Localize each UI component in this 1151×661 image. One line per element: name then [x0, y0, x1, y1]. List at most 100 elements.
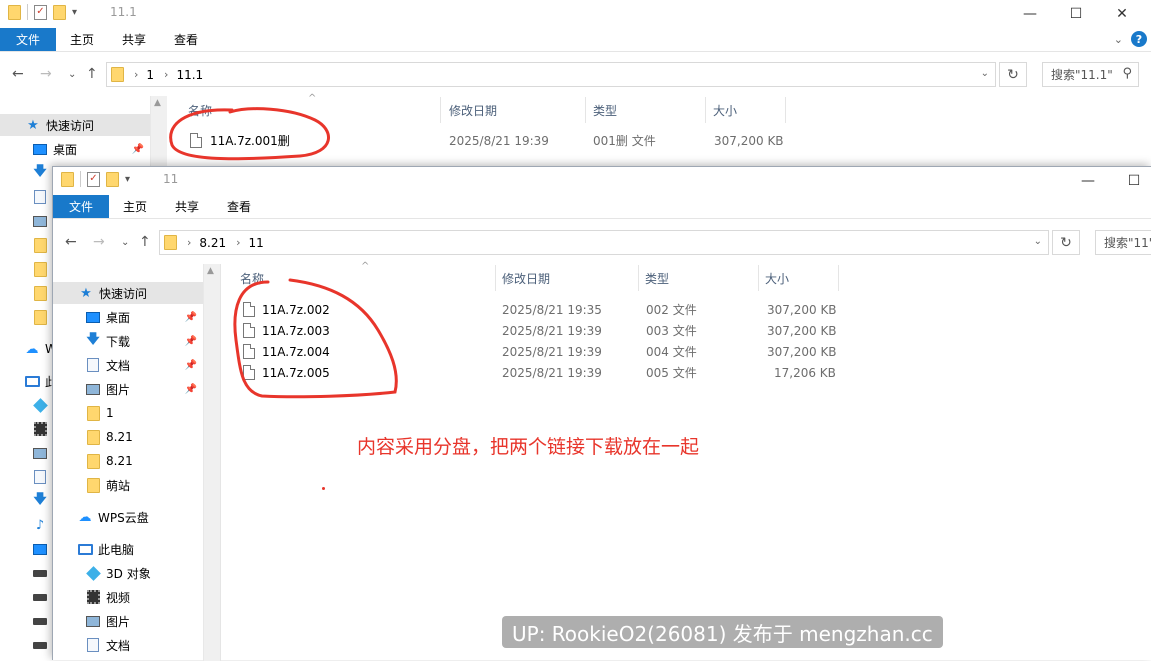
search-input[interactable]: 搜索"11.1" ⚲ — [1042, 62, 1139, 87]
tab-share[interactable]: 共享 — [161, 195, 213, 218]
scroll-up-icon[interactable]: ▲ — [207, 266, 214, 276]
sidebar-item-this-pc[interactable]: 此电脑 — [53, 538, 134, 560]
forward-arrow-icon[interactable]: → — [93, 234, 105, 250]
breadcrumb-item[interactable]: 8.21 — [199, 236, 226, 250]
sidebar-item-documents[interactable]: 文档 — [53, 634, 130, 656]
scroll-up-icon[interactable]: ▲ — [154, 98, 161, 108]
table-row[interactable]: 11A.7z.004 2025/8/21 19:39 004 文件 307,20… — [221, 341, 861, 362]
search-input[interactable]: 搜索"11" — [1095, 230, 1151, 255]
table-row[interactable]: 11A.7z.003 2025/8/21 19:39 003 文件 307,20… — [221, 320, 861, 341]
picture-icon — [86, 615, 100, 627]
sidebar-item-folder[interactable] — [0, 282, 53, 304]
breadcrumb-item[interactable]: 1 — [146, 68, 154, 82]
sidebar-item-drive[interactable] — [0, 610, 53, 632]
tab-home[interactable]: 主页 — [109, 195, 161, 218]
sidebar-item-pictures[interactable]: 图片 📌 — [53, 378, 203, 400]
back-arrow-icon[interactable]: ← — [12, 66, 24, 82]
address-dropdown-icon[interactable]: ⌄ — [981, 68, 989, 79]
sidebar-item-pictures[interactable]: 图片 — [53, 610, 130, 632]
minimize-button[interactable]: — — [1007, 0, 1053, 28]
sidebar-item-documents[interactable]: 文档 📌 — [53, 354, 203, 376]
forward-arrow-icon[interactable]: → — [40, 66, 52, 82]
sidebar-scrollbar[interactable]: ▲ — [150, 96, 167, 166]
column-name[interactable]: 名称 — [240, 270, 264, 287]
sidebar-scrollbar[interactable]: ▲ — [203, 264, 220, 661]
sidebar-item-videos[interactable]: 视频 — [53, 586, 130, 608]
file-icon — [243, 302, 255, 317]
sidebar-item-documents[interactable] — [0, 186, 53, 208]
refresh-button[interactable]: ↻ — [1052, 230, 1080, 255]
file-name: 11A.7z.005 — [262, 365, 330, 380]
sidebar-item-folder[interactable] — [0, 306, 53, 328]
file-size: 17,206 KB — [774, 365, 836, 380]
tab-file[interactable]: 文件 — [0, 28, 56, 51]
sidebar-item-quick-access[interactable]: ★ 快速访问 — [53, 282, 203, 304]
table-row[interactable]: 11A.7z.001删 2025/8/21 19:39 001删 文件 307,… — [168, 130, 808, 151]
column-type[interactable]: 类型 — [645, 270, 669, 287]
new-folder-icon[interactable] — [53, 4, 66, 20]
table-row[interactable]: 11A.7z.005 2025/8/21 19:39 005 文件 17,206… — [221, 362, 861, 383]
sidebar-item-3d[interactable] — [0, 394, 53, 416]
column-size[interactable]: 大小 — [713, 102, 737, 119]
address-bar[interactable]: › 8.21 › 11 ⌄ — [159, 230, 1049, 255]
sidebar-item-video[interactable] — [0, 418, 53, 440]
sidebar-item-quick-access[interactable]: ★ 快速访问 — [0, 114, 150, 136]
back-arrow-icon[interactable]: ← — [65, 234, 77, 250]
refresh-button[interactable]: ↻ — [999, 62, 1027, 87]
tab-share[interactable]: 共享 — [108, 28, 160, 51]
sidebar-item-desktop[interactable] — [0, 538, 53, 560]
up-arrow-icon[interactable]: ↑ — [139, 234, 151, 250]
sidebar-item-this-pc[interactable]: 此 — [0, 370, 57, 392]
minimize-button[interactable]: — — [1065, 167, 1111, 195]
sidebar-item-folder[interactable] — [0, 234, 53, 256]
quick-access-dropdown-icon[interactable]: ▾ — [72, 7, 77, 18]
column-date[interactable]: 修改日期 — [502, 270, 550, 287]
sidebar-item-wps-cloud[interactable]: ☁ W — [0, 338, 57, 360]
up-arrow-icon[interactable]: ↑ — [86, 66, 98, 82]
address-dropdown-icon[interactable]: ⌄ — [1034, 236, 1042, 247]
tab-view[interactable]: 查看 — [160, 28, 212, 51]
sidebar-item-folder-mengzhan[interactable]: 萌站 — [53, 474, 130, 496]
column-date[interactable]: 修改日期 — [449, 102, 497, 119]
maximize-button[interactable]: ☐ — [1111, 167, 1151, 195]
sidebar-item-folder-8-21[interactable]: 8.21 — [53, 426, 133, 448]
sidebar-item-downloads[interactable]: 🡇 — [0, 162, 53, 184]
properties-icon[interactable]: ✓ — [34, 4, 47, 20]
quick-access-dropdown-icon[interactable]: ▾ — [125, 174, 130, 185]
table-row[interactable]: 11A.7z.002 2025/8/21 19:35 002 文件 307,20… — [221, 299, 861, 320]
sidebar-item-music[interactable]: ♪ — [0, 514, 53, 536]
sidebar-item-downloads[interactable]: 🡇 — [0, 490, 53, 512]
tab-file[interactable]: 文件 — [53, 195, 109, 218]
tab-view[interactable]: 查看 — [213, 195, 265, 218]
tab-home[interactable]: 主页 — [56, 28, 108, 51]
close-button[interactable]: ✕ — [1099, 0, 1145, 28]
sidebar-item-documents[interactable] — [0, 466, 53, 488]
address-bar[interactable]: › 1 › 11.1 ⌄ — [106, 62, 996, 87]
sidebar-item-folder-8-21[interactable]: 8.21 — [53, 450, 133, 472]
sidebar-item-pictures[interactable] — [0, 210, 53, 232]
column-type[interactable]: 类型 — [593, 102, 617, 119]
sidebar-item-drive[interactable] — [0, 562, 53, 584]
sidebar-item-pictures[interactable] — [0, 442, 53, 464]
recent-dropdown-icon[interactable]: ⌄ — [121, 237, 129, 248]
sidebar-item-desktop[interactable]: 桌面 📌 — [53, 306, 203, 328]
sidebar-item-folder[interactable] — [0, 258, 53, 280]
sidebar-item-wps-cloud[interactable]: ☁ WPS云盘 — [53, 506, 149, 528]
sidebar-item-desktop[interactable]: 桌面 📌 — [0, 138, 150, 160]
breadcrumb-item[interactable]: 11.1 — [176, 68, 203, 82]
ribbon-expand-icon[interactable]: ⌄ — [1114, 33, 1123, 46]
help-icon[interactable]: ? — [1131, 31, 1147, 47]
sidebar-item-folder-1[interactable]: 1 — [53, 402, 114, 424]
sidebar-item-3d-objects[interactable]: 3D 对象 — [53, 562, 151, 584]
sidebar-item-downloads[interactable]: 🡇 下载 📌 — [53, 330, 203, 352]
recent-dropdown-icon[interactable]: ⌄ — [68, 69, 76, 80]
breadcrumb-item[interactable]: 11 — [249, 236, 264, 250]
column-size[interactable]: 大小 — [765, 270, 789, 287]
column-name[interactable]: 名称 — [188, 102, 212, 119]
maximize-button[interactable]: ☐ — [1053, 0, 1099, 28]
sidebar-item-drive[interactable] — [0, 634, 53, 656]
file-date: 2025/8/21 19:39 — [449, 133, 549, 148]
sidebar-item-drive[interactable] — [0, 586, 53, 608]
properties-icon[interactable]: ✓ — [87, 171, 100, 187]
new-folder-icon[interactable] — [106, 171, 119, 187]
